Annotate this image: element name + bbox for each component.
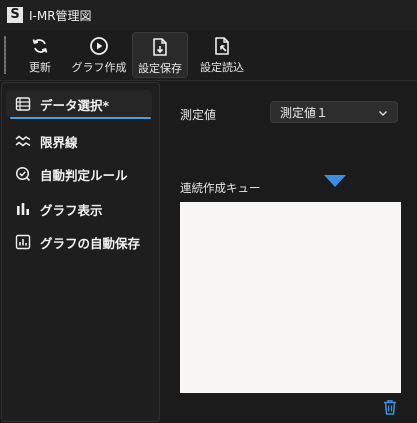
create-chart-button[interactable]: グラフ作成 (70, 32, 128, 78)
table-icon (14, 95, 32, 113)
title-bar: S I-MR管理図 (0, 0, 417, 30)
triangle-down-icon (324, 175, 346, 187)
add-to-queue-button[interactable] (323, 174, 347, 188)
wave-lines-icon (14, 132, 32, 150)
sidebar-item-auto-rules[interactable]: 自動判定ルール (6, 160, 152, 188)
file-load-icon (215, 37, 229, 55)
chart-save-icon (14, 233, 32, 251)
refresh-label: 更新 (29, 61, 51, 74)
measurement-select-value: 測定値１ (280, 105, 329, 120)
check-circle-icon (14, 165, 32, 183)
sidebar-item-label: グラフ表示 (40, 202, 103, 218)
file-save-icon (153, 38, 167, 56)
sidebar-item-data-select[interactable]: データ選択* (6, 90, 152, 118)
load-settings-label: 設定読込 (200, 61, 244, 74)
sidebar-item-label: 自動判定ルール (40, 167, 128, 183)
main-panel: 測定値 測定値１ 連続作成キュー (160, 82, 417, 423)
toolbar-grip[interactable] (4, 36, 6, 74)
refresh-button[interactable]: 更新 (18, 32, 62, 78)
save-settings-label: 設定保存 (138, 62, 182, 75)
queue-list[interactable] (180, 202, 401, 393)
queue-label: 連続作成キュー (180, 181, 261, 195)
chevron-down-icon (379, 111, 387, 116)
window-title: I-MR管理図 (29, 8, 92, 23)
trash-icon[interactable] (381, 398, 399, 416)
sidebar-item-label: 限界線 (40, 134, 78, 150)
sidebar-item-chart-autosave[interactable]: グラフの自動保存 (6, 228, 152, 256)
sidebar-item-label: グラフの自動保存 (40, 235, 141, 251)
toolbar: 更新 グラフ作成 設定保存 設定読込 (0, 30, 417, 81)
selected-indicator (10, 117, 151, 119)
sidebar-item-label: データ選択* (40, 97, 110, 113)
bar-chart-icon (14, 200, 32, 218)
play-circle-icon (90, 37, 108, 55)
refresh-icon (32, 39, 48, 53)
save-settings-button[interactable]: 設定保存 (132, 32, 188, 78)
sidebar-item-chart-display[interactable]: グラフ表示 (6, 195, 152, 223)
create-chart-label: グラフ作成 (71, 61, 127, 74)
load-settings-button[interactable]: 設定読込 (194, 32, 250, 78)
measurement-label: 測定値 (180, 108, 217, 122)
app-logo: S (7, 7, 23, 23)
measurement-select[interactable]: 測定値１ (270, 101, 398, 123)
sidebar-item-limit-lines[interactable]: 限界線 (6, 127, 152, 155)
